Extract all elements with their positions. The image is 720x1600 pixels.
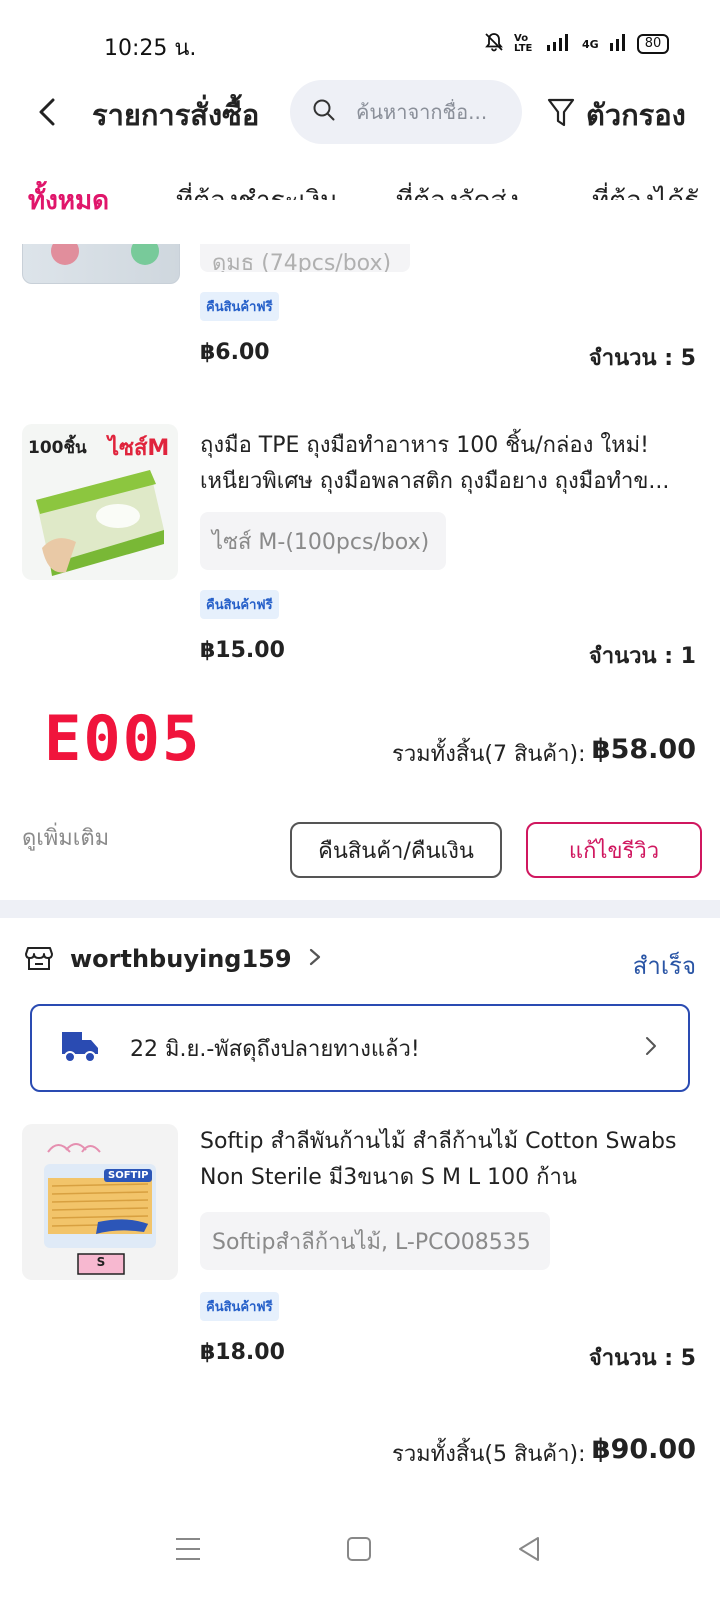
tab-all-overlay: ทั้งหมด <box>28 186 109 216</box>
nav-home-button[interactable] <box>346 1536 372 1566</box>
signal-icon-2 <box>609 33 627 55</box>
back-button[interactable] <box>30 94 64 134</box>
filter-label: ตัวกรอง <box>586 98 686 132</box>
product-variant-1-text: ดุมธ (74pcs/box) <box>212 251 392 272</box>
product-qty-3: จำนวน : 5 <box>588 1346 696 1371</box>
order-divider <box>0 900 720 918</box>
square-icon <box>346 1537 372 1566</box>
page-title: รายการสั่งซื้อ <box>92 98 260 132</box>
nav-back-button[interactable] <box>516 1536 542 1566</box>
signal-icon <box>546 33 572 55</box>
product-thumbnail-2[interactable]: 100ชิ้น ไซส์M <box>22 424 178 580</box>
status-time: 10:25 น. <box>104 36 197 61</box>
product-price-2: ฿15.00 <box>200 638 285 663</box>
order-status: สำเร็จ <box>632 952 696 980</box>
product-variant-2: ไซส์ M-(100pcs/box) <box>200 512 446 570</box>
see-more-link[interactable]: ดูเพิ่มเติม <box>22 820 109 855</box>
filter-button[interactable]: ตัวกรอง <box>546 92 686 138</box>
status-icons: Vo LTE 4G 80 <box>484 32 670 56</box>
product-qty-2: จำนวน : 1 <box>588 644 696 669</box>
shop-name: worthbuying159 <box>70 945 292 973</box>
mute-bell-icon <box>484 32 504 56</box>
free-return-badge: คืนสินค้าฟรี <box>200 292 279 321</box>
menu-icon <box>174 1538 202 1566</box>
volte-icon: Vo LTE <box>514 33 533 54</box>
product-qty-1: จำนวน : 5 <box>588 346 696 371</box>
search-icon <box>312 98 336 126</box>
battery-icon: 80 <box>636 34 670 54</box>
delivery-status-box[interactable]: 22 มิ.ย.-พัสดุถึงปลายทางแล้ว! <box>30 1004 690 1092</box>
order-total-value-2: ฿90.00 <box>591 1434 696 1465</box>
delivery-truck-icon <box>60 1028 100 1068</box>
product-variant-3: Softipสำลีก้านไม้, L-PCO08535 <box>200 1212 550 1270</box>
order-total-label-2: รวมทั้งสิ้น(5 สินค้า): <box>392 1442 586 1467</box>
free-return-badge-2: คืนสินค้าฟรี <box>200 590 279 619</box>
product-price-1: ฿6.00 <box>200 340 270 365</box>
return-refund-button[interactable]: คืนสินค้า/คืนเงิน <box>290 822 502 878</box>
triangle-back-icon <box>516 1537 542 1566</box>
search-input[interactable] <box>354 99 508 125</box>
product-title-3[interactable]: Softip สำลีพันก้านไม้ สำลีก้านไม้ Cotton… <box>200 1124 696 1196</box>
thumb-count-text: 100ชิ้น <box>28 438 87 458</box>
edit-review-button[interactable]: แก้ไขรีวิว <box>526 822 702 878</box>
nav-menu-button[interactable] <box>174 1536 202 1566</box>
order-code-overlay: E005 <box>44 702 202 775</box>
filter-icon <box>546 97 576 133</box>
network-4g-label: 4G <box>582 37 599 51</box>
shop-row[interactable]: worthbuying159 <box>24 942 322 976</box>
product-price-3: ฿18.00 <box>200 1340 285 1365</box>
delivery-status-text: 22 มิ.ย.-พัสดุถึงปลายทางแล้ว! <box>130 1036 420 1062</box>
chevron-right-icon <box>308 947 322 971</box>
free-return-badge-3: คืนสินค้าฟรี <box>200 1292 279 1321</box>
thumb-size-label: S <box>96 1255 106 1269</box>
shop-icon <box>24 942 54 976</box>
search-box[interactable] <box>290 80 522 144</box>
product-title-2[interactable]: ถุงมือ TPE ถุงมือทำอาหาร 100 ชิ้น/กล่อง … <box>200 428 696 500</box>
order-total-value-1: ฿58.00 <box>591 734 696 765</box>
product-thumbnail-3[interactable]: SOFTIP S <box>22 1124 178 1280</box>
chevron-right-icon-2 <box>644 1035 658 1061</box>
thumb-brand-text: SOFTIP <box>104 1169 153 1182</box>
order-total-label-1: รวมทั้งสิ้น(7 สินค้า): <box>392 742 586 767</box>
chevron-left-icon <box>38 98 56 130</box>
